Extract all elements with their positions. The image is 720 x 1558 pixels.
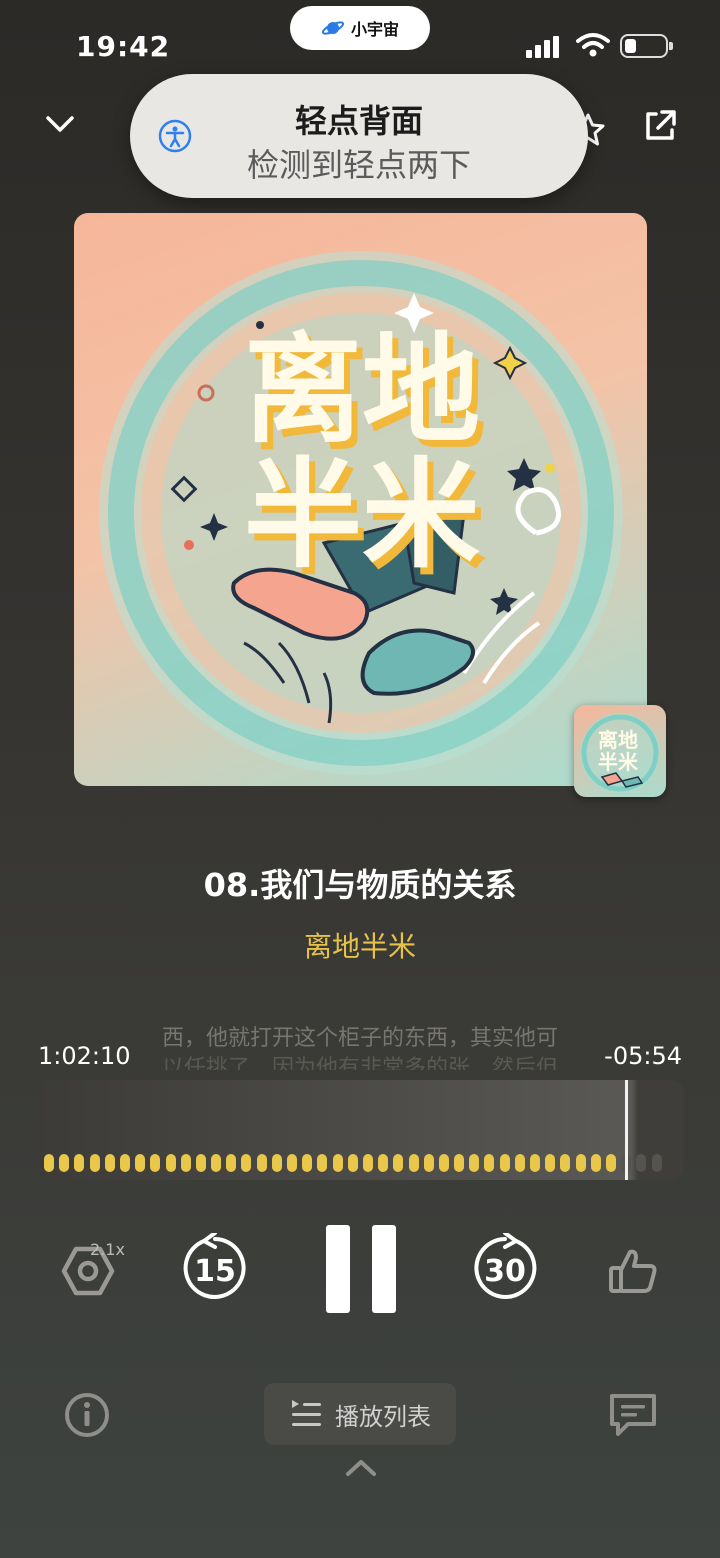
progress-dot	[256, 1154, 267, 1172]
progress-dot	[302, 1154, 313, 1172]
progress-dot	[287, 1154, 297, 1172]
progress-dot	[408, 1154, 419, 1172]
episode-title: 08.我们与物质的关系	[203, 866, 517, 904]
banner-subtitle: 检测到轻点两下	[246, 146, 471, 184]
progress-dot	[119, 1154, 130, 1172]
progress-dot	[347, 1154, 358, 1172]
progress-dot	[560, 1154, 571, 1172]
progress-dot	[454, 1154, 465, 1172]
progress-dot	[393, 1154, 404, 1172]
banner-title: 轻点背面	[294, 102, 423, 140]
thumbnail-illustration: 离地 半米	[580, 713, 660, 793]
progress-dot	[165, 1154, 176, 1172]
progress-dot	[575, 1154, 586, 1172]
progress-dot	[180, 1154, 191, 1172]
progress-dot	[89, 1154, 100, 1172]
progress-dot	[590, 1154, 601, 1172]
transcript-line-2[interactable]: 以任挑了，因为他有非常多的张，然后但	[120, 1050, 600, 1070]
playhead-cursor[interactable]	[625, 1080, 628, 1180]
share-icon[interactable]	[640, 106, 680, 146]
progress-dot	[211, 1154, 222, 1172]
dynamic-island-pill[interactable]: 小宇宙	[290, 6, 430, 50]
elapsed-time: 1:02:10	[38, 1042, 131, 1070]
thumbnail-text-2: 半米	[598, 750, 639, 774]
rewind-icon: 15	[183, 1231, 246, 1299]
progress-dot	[150, 1154, 161, 1172]
cover-text-line-2: 半米	[244, 446, 480, 584]
planet-icon	[321, 21, 345, 35]
progress-dot	[241, 1154, 252, 1172]
progress-dot	[332, 1154, 343, 1172]
progress-dot	[530, 1154, 540, 1172]
chevron-down-icon[interactable]	[44, 112, 76, 136]
rewind-button[interactable]: 15	[180, 1231, 250, 1303]
progress-dot	[378, 1154, 389, 1172]
transcript-line-1[interactable]: 西，他就打开这个柜子的东西，其实他可	[120, 1020, 600, 1052]
podcast-name[interactable]: 离地半米	[0, 925, 720, 965]
wifi-icon	[576, 33, 610, 57]
thumbnail-text-1: 离地	[598, 728, 638, 752]
progress-dot	[195, 1154, 206, 1172]
playlist-label: 播放列表	[335, 1402, 431, 1431]
progress-dot	[484, 1154, 495, 1172]
island-label: 小宇宙	[350, 20, 399, 39]
cover-text-line-1: 离地	[244, 321, 480, 459]
progress-dot	[499, 1154, 510, 1172]
cover-illustration: 离地 离地 半米 半米	[99, 251, 623, 775]
battery-icon	[620, 34, 673, 58]
progress-dot	[651, 1154, 662, 1172]
pause-bar-right	[372, 1225, 396, 1313]
remaining-time: -05:54	[604, 1042, 682, 1070]
playlist-button[interactable]: 播放列表	[264, 1383, 456, 1445]
progress-dot	[636, 1154, 647, 1172]
progress-dot	[469, 1154, 480, 1172]
progress-dots[interactable]	[44, 1154, 676, 1172]
progress-dot	[514, 1154, 525, 1172]
progress-dot	[317, 1154, 328, 1172]
forward-icon: 30	[474, 1231, 537, 1299]
pause-bar-left	[326, 1225, 350, 1313]
progress-dot	[74, 1154, 85, 1172]
pause-button[interactable]	[326, 1225, 396, 1313]
cellular-signal-icon	[526, 36, 559, 58]
progress-dot	[423, 1154, 434, 1172]
cover-thumbnail[interactable]: 离地 半米	[574, 705, 666, 797]
progress-dot	[104, 1154, 115, 1172]
forward-seconds: 30	[484, 1254, 526, 1289]
info-icon[interactable]	[64, 1392, 110, 1438]
playlist-icon	[292, 1400, 321, 1426]
chevron-up-icon[interactable]	[344, 1458, 378, 1478]
progress-dot	[438, 1154, 449, 1172]
thumbs-up-icon[interactable]	[608, 1248, 658, 1294]
cover-art: 离地 离地 半米 半米	[74, 213, 647, 786]
progress-dot	[362, 1154, 373, 1172]
progress-dot	[44, 1154, 54, 1172]
progress-dot	[545, 1154, 556, 1172]
back-tap-banner[interactable]: 轻点背面 检测到轻点两下	[130, 74, 588, 198]
progress-dot	[226, 1154, 237, 1172]
forward-button[interactable]: 30	[470, 1231, 540, 1303]
status-time: 19:42	[76, 30, 171, 63]
rewind-seconds: 15	[194, 1254, 236, 1289]
progress-dot	[271, 1154, 282, 1172]
speed-label[interactable]: 2.1x	[90, 1240, 125, 1259]
progress-dot	[605, 1154, 616, 1172]
progress-dot	[135, 1154, 146, 1172]
comment-icon[interactable]	[608, 1392, 658, 1438]
progress-dot	[59, 1154, 70, 1172]
